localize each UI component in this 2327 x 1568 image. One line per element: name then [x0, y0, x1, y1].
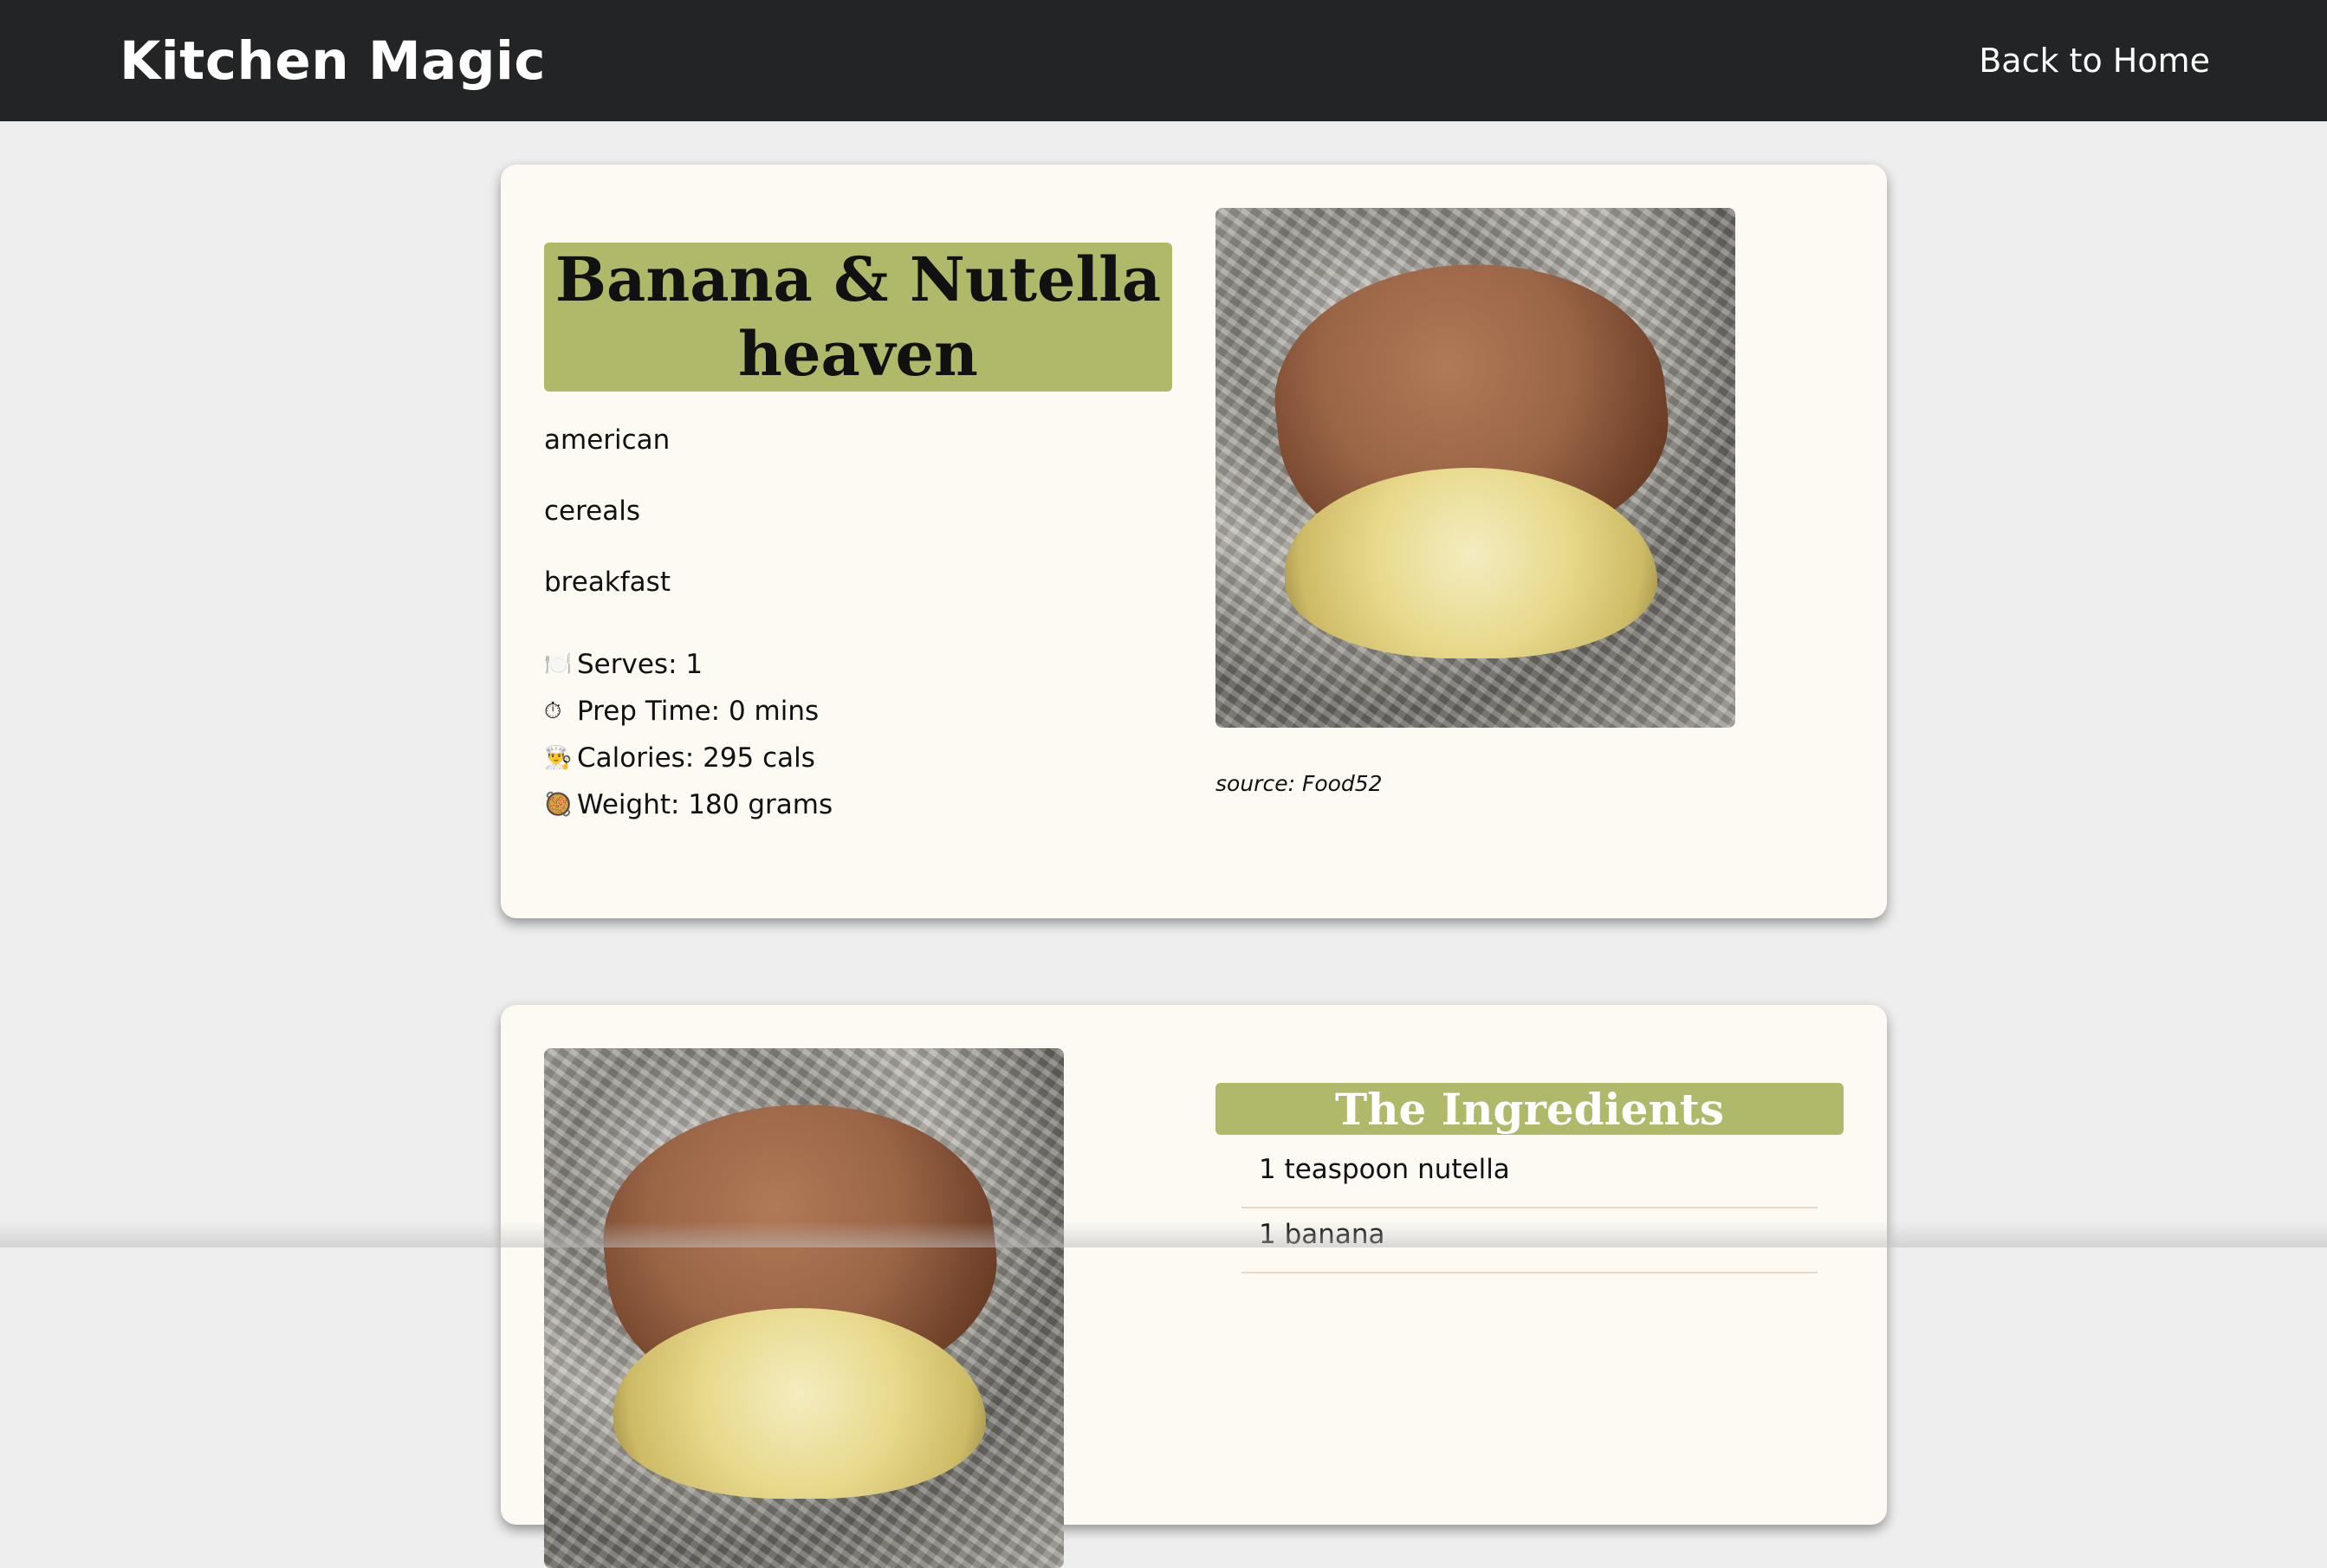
serves-text: Serves: 1: [577, 649, 703, 680]
bottom-fade: [0, 1221, 2327, 1247]
ingredients-card: The Ingredients 1 teaspoon nutella 1 ban…: [501, 1005, 1887, 1568]
recipe-title-banner: Banana & Nutella heaven: [544, 243, 1172, 392]
recipe-photo-secondary: [544, 1048, 1064, 1568]
recipe-photo: [1215, 208, 1735, 728]
serves-stat: 🍽️ Serves: 1: [544, 641, 833, 688]
brand-title[interactable]: Kitchen Magic: [120, 30, 546, 92]
weight-stat: 🥘 Weight: 180 grams: [544, 781, 833, 828]
calories-text: Calories: 295 cals: [577, 742, 815, 774]
bowl-icon: 🥘: [544, 792, 573, 818]
calories-stat: 👨‍🍳 Calories: 295 cals: [544, 735, 833, 781]
stopwatch-icon: ⏱: [544, 697, 562, 724]
back-to-home-link[interactable]: Back to Home: [1979, 42, 2210, 80]
prep-time-text: Prep Time: 0 mins: [577, 696, 820, 727]
recipe-stats: 🍽️ Serves: 1 ⏱ Prep Time: 0 mins 👨‍🍳 Cal…: [544, 641, 833, 828]
plate-cutlery-icon: 🍽️: [544, 651, 573, 677]
meal-type-tag: breakfast: [544, 567, 671, 598]
top-navbar: Kitchen Magic Back to Home: [0, 0, 2327, 121]
recipe-title: Banana & Nutella heaven: [554, 243, 1162, 390]
ingredient-item: 1 teaspoon nutella: [1241, 1144, 1818, 1208]
ingredients-heading-banner: The Ingredients: [1215, 1083, 1844, 1135]
category-tag: cereals: [544, 496, 641, 527]
photo-source: source: Food52: [1215, 771, 1383, 796]
recipe-overview-card: Banana & Nutella heaven american cereals…: [501, 165, 1887, 918]
prep-time-stat: ⏱ Prep Time: 0 mins: [544, 688, 833, 735]
chef-icon: 👨‍🍳: [544, 745, 573, 771]
ingredients-list: 1 teaspoon nutella 1 banana: [1241, 1144, 1818, 1273]
cuisine-tag: american: [544, 424, 671, 456]
ingredients-heading: The Ingredients: [1335, 1083, 1724, 1135]
weight-text: Weight: 180 grams: [577, 789, 833, 820]
